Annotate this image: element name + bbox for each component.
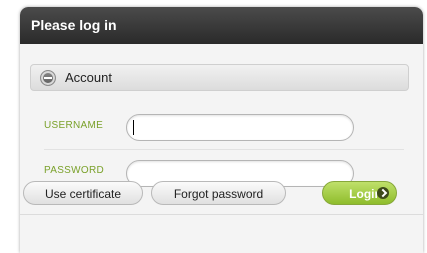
text-caret [133,120,134,135]
login-dialog: Please log in Account USERNAME PASSWORD [20,7,423,253]
password-label: PASSWORD [44,165,104,176]
username-input[interactable] [126,114,354,141]
use-certificate-button[interactable]: Use certificate [23,181,143,205]
arrow-right-icon [377,187,389,199]
forgot-password-button[interactable]: Forgot password [151,181,286,205]
username-label: USERNAME [44,120,104,131]
collapse-icon[interactable] [40,70,56,86]
account-section-header[interactable]: Account [30,64,409,91]
account-section-title: Account [65,70,112,85]
dialog-title: Please log in [20,7,423,44]
dialog-body: Account USERNAME PASSWORD [20,44,423,253]
login-button[interactable]: Login [322,181,397,205]
field-separator [44,149,404,150]
footer-divider [20,214,423,215]
